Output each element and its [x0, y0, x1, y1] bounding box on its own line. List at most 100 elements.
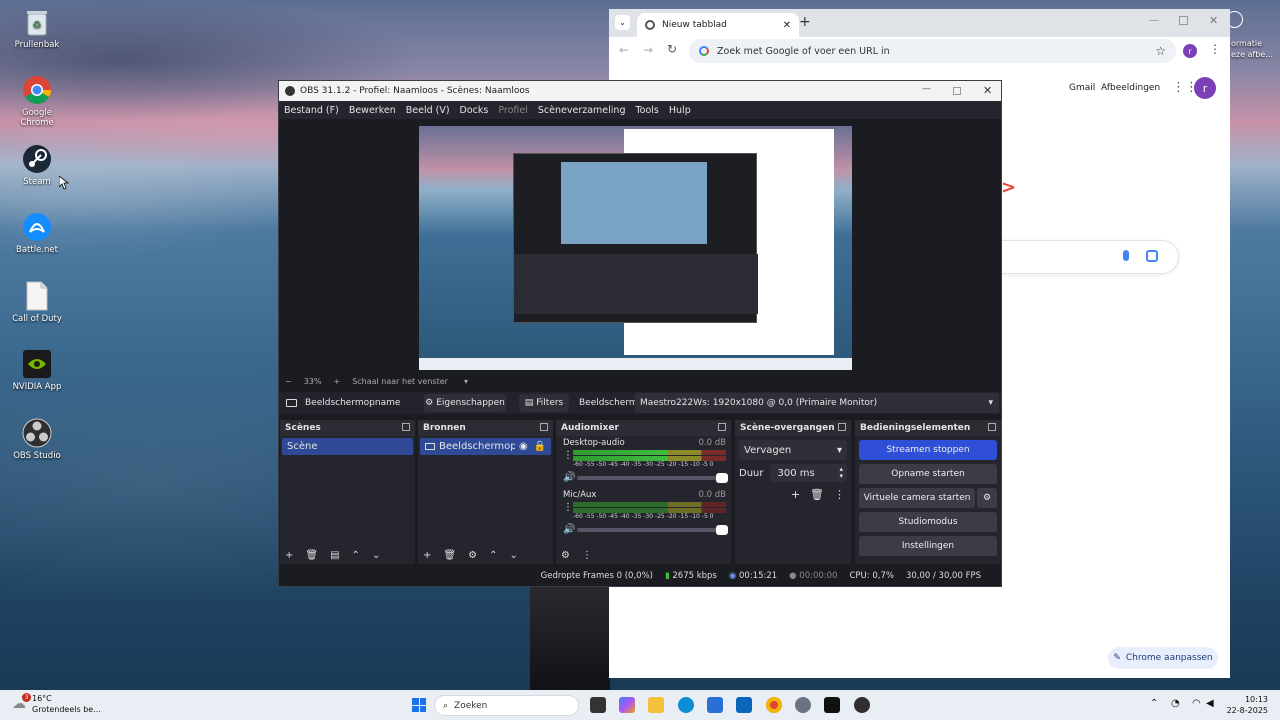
undock-icon[interactable] [988, 423, 996, 431]
tray-wifi-icon[interactable]: ◠ [1192, 698, 1201, 709]
spin-arrows-icon[interactable]: ▴ ▾ [839, 466, 843, 480]
menu-tools[interactable]: Tools [635, 105, 658, 116]
weather-widget[interactable]: ☁ 3 16°C Grotendeels be... [12, 693, 101, 715]
file-explorer-icon[interactable] [648, 697, 664, 713]
close-tab-icon[interactable]: ✕ [783, 20, 791, 31]
menu-docks[interactable]: Docks [460, 105, 489, 116]
mixer-menu-icon[interactable]: ⋮ [582, 550, 592, 561]
new-tab-button[interactable]: + [799, 14, 811, 30]
channel-menu-icon[interactable]: ⋮ [563, 450, 573, 461]
windows-start-icon[interactable] [412, 698, 426, 712]
zoom-mode-select[interactable]: Schaal naar het venster [352, 377, 448, 386]
close-window-icon[interactable]: ✕ [1209, 14, 1218, 27]
tab-list-button[interactable]: ⌄ [615, 15, 630, 30]
chevron-up-icon[interactable]: ⌃ [352, 550, 360, 561]
duration-input[interactable]: 300 ms ▴ ▾ [769, 464, 847, 482]
store-icon[interactable] [707, 697, 723, 713]
obs-preview-canvas[interactable] [419, 126, 852, 370]
virtual-camera-settings-button[interactable]: ⚙ [977, 488, 997, 508]
minimize-icon[interactable]: — [1149, 15, 1159, 26]
start-virtual-camera-button[interactable]: Virtuele camera starten [859, 488, 975, 508]
obs-taskbar-icon[interactable] [854, 697, 870, 713]
close-window-icon[interactable]: ✕ [983, 84, 992, 97]
undock-icon[interactable] [718, 423, 726, 431]
call-of-duty-taskbar-icon[interactable] [824, 697, 840, 713]
undock-icon[interactable] [540, 423, 548, 431]
tray-chevron-up-icon[interactable]: ⌃ [1150, 698, 1158, 709]
zoom-in-button[interactable]: + [333, 377, 340, 386]
menu-help[interactable]: Hulp [669, 105, 691, 116]
outlook-icon[interactable] [736, 697, 752, 713]
lock-icon[interactable]: 🔒 [534, 441, 546, 452]
transition-menu-icon[interactable]: ⋮ [834, 488, 845, 501]
menu-scene-collection[interactable]: Scèneverzameling [538, 105, 626, 116]
channel-menu-icon[interactable]: ⋮ [563, 502, 573, 513]
reload-icon[interactable]: ↻ [667, 42, 677, 56]
trash-icon[interactable]: 🗑 [443, 550, 456, 561]
desktop-icon-call-of-duty[interactable]: Call of Duty [8, 280, 66, 324]
properties-button[interactable]: ⚙ Eigenschappen [424, 394, 506, 412]
start-recording-button[interactable]: Opname starten [859, 464, 997, 484]
forward-icon[interactable]: → [643, 43, 653, 57]
studio-mode-button[interactable]: Studiomodus [859, 512, 997, 532]
maximize-icon[interactable] [1179, 16, 1188, 25]
voice-search-icon[interactable] [1123, 250, 1129, 261]
advanced-audio-icon[interactable]: ⚙ [561, 550, 570, 561]
gmail-link[interactable]: Gmail [1069, 83, 1095, 93]
filters-button[interactable]: ▤ Filters [519, 394, 569, 412]
desktop-icon-steam[interactable]: Steam [8, 143, 66, 187]
zoom-out-button[interactable]: − [285, 377, 292, 386]
taskbar-search[interactable]: ⌕ Zoeken [434, 695, 579, 716]
add-icon[interactable]: + [285, 550, 293, 561]
tray-volume-icon[interactable]: ◀ [1206, 698, 1214, 709]
chevron-up-icon[interactable]: ⌃ [489, 550, 497, 561]
menu-profile[interactable]: Profiel [498, 105, 528, 116]
visibility-eye-icon[interactable]: ◉ [519, 441, 528, 452]
source-item[interactable]: Beeldschermopname ◉ 🔒 [420, 438, 551, 455]
scene-item[interactable]: Scène [282, 438, 413, 455]
trash-icon[interactable]: 🗑 [810, 488, 824, 501]
ntp-profile-avatar[interactable]: r [1194, 77, 1216, 99]
chevron-down-icon[interactable]: ▾ [464, 377, 468, 386]
back-icon[interactable]: ← [619, 43, 629, 57]
profile-avatar[interactable]: r [1183, 44, 1197, 58]
add-icon[interactable]: + [791, 488, 800, 501]
desktop-icon-obs[interactable]: OBS Studio [8, 417, 66, 461]
display-select[interactable]: Maestro222Ws: 1920x1080 @ 0,0 (Primaire … [635, 393, 999, 413]
chrome-menu-icon[interactable]: ⋮ [1209, 42, 1221, 56]
volume-slider[interactable] [577, 524, 728, 535]
add-icon[interactable]: + [423, 550, 431, 561]
image-search-icon[interactable] [1146, 250, 1158, 262]
minimize-icon[interactable]: — [922, 84, 931, 94]
volume-slider-knob[interactable] [716, 472, 728, 483]
stop-streaming-button[interactable]: Streamen stoppen [859, 440, 997, 460]
copilot-icon[interactable] [619, 697, 635, 713]
desktop-icon-recycle-bin[interactable]: ♻ Prullenbak [8, 6, 66, 50]
edge-icon[interactable] [678, 697, 694, 713]
chevron-down-icon[interactable]: ⌄ [372, 550, 380, 561]
desktop-icon-chrome[interactable]: Google Chrome [8, 74, 66, 128]
desktop-icon-nvidia[interactable]: NVIDIA App [8, 348, 66, 392]
speaker-icon[interactable]: 🔊 [563, 472, 577, 483]
chevron-down-icon[interactable]: ⌄ [509, 550, 517, 561]
bookmark-star-icon[interactable]: ☆ [1155, 44, 1166, 58]
menu-edit[interactable]: Bewerken [349, 105, 396, 116]
desktop-icon-battlenet[interactable]: Battle.net [8, 211, 66, 255]
menu-view[interactable]: Beeld (V) [406, 105, 450, 116]
maximize-icon[interactable] [953, 87, 961, 95]
undock-icon[interactable] [402, 423, 410, 431]
speaker-icon[interactable]: 🔊 [563, 524, 577, 535]
tray-network-icon[interactable]: ◔ [1171, 698, 1180, 709]
trash-icon[interactable]: 🗑 [305, 550, 318, 561]
transition-select[interactable]: Vervagen ▾ [739, 440, 847, 460]
chrome-omnibox[interactable]: Zoek met Google of voer een URL in ☆ [689, 39, 1176, 63]
chrome-tab-new-tab[interactable]: Nieuw tabblad ✕ [637, 13, 799, 37]
settings-gear-icon[interactable] [795, 697, 811, 713]
volume-slider-knob[interactable] [716, 524, 728, 535]
taskbar-clock[interactable]: 10:13 22-8-2025 [1222, 694, 1268, 716]
customize-chrome-button[interactable]: ✎ Chrome aanpassen [1108, 647, 1218, 669]
menu-file[interactable]: Bestand (F) [284, 105, 339, 116]
volume-slider[interactable] [577, 472, 728, 483]
ntp-search-box[interactable] [989, 240, 1179, 274]
images-link[interactable]: Afbeeldingen [1101, 83, 1160, 93]
